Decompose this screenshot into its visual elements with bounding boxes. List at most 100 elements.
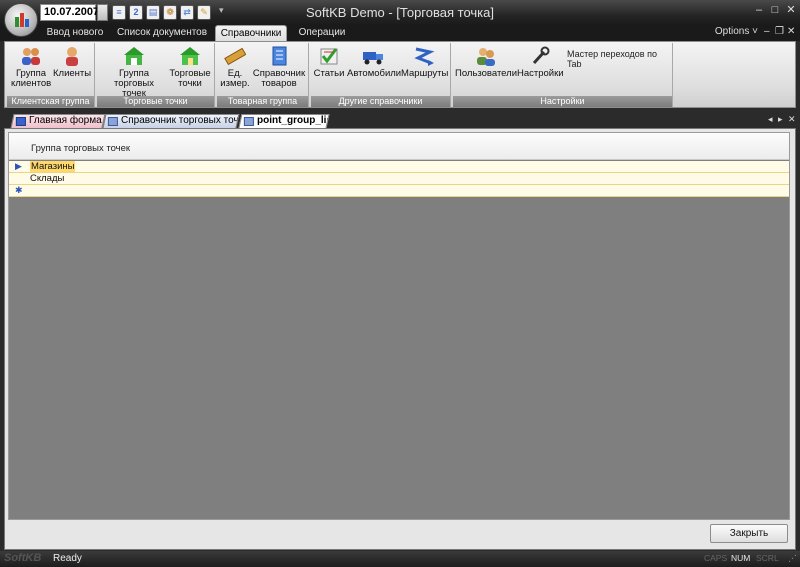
button-label: Статьи <box>313 68 345 79</box>
group-trade-points: Группа торговых точек Торговые точки Тор… <box>97 43 215 107</box>
close-button[interactable]: Закрыть <box>710 524 788 543</box>
articles-icon <box>318 46 340 66</box>
settings-icon[interactable]: ❁ <box>163 5 177 20</box>
app-logo-bar <box>15 17 19 27</box>
caps-indicator: CAPS <box>704 553 728 563</box>
document-tab-bar: Главная форма Справочник торговых точек … <box>4 113 796 128</box>
ribbon-panel: Группа клиентов Клиенты Клиентская групп… <box>4 41 796 108</box>
group-clients: Группа клиентов Клиенты Клиентская групп… <box>7 43 95 107</box>
group-label: Настройки <box>453 96 672 107</box>
print-icon[interactable]: ▤ <box>146 5 160 20</box>
button-label: измер. <box>220 78 250 89</box>
data-grid[interactable]: Группа торговых точек ▶ Магазины Склады … <box>8 132 790 520</box>
app-logo-bar <box>20 13 24 27</box>
grid-header: Группа торговых точек <box>9 133 789 160</box>
button-label: клиентов <box>11 78 52 89</box>
button-label: Настройки <box>517 68 564 79</box>
new-row-icon: ✱ <box>15 185 23 195</box>
client-group-button[interactable]: Группа клиентов <box>11 46 51 89</box>
status-text: Ready <box>53 553 82 564</box>
column-header[interactable]: Группа торговых точек <box>31 143 130 154</box>
store-icon <box>179 46 201 66</box>
tab-directories[interactable]: Справочники <box>215 25 287 42</box>
mdi-close-button[interactable]: ✕ <box>787 26 795 37</box>
date-field[interactable]: 10.07.2007 <box>40 4 99 21</box>
doc-tab-label: Справочник торговых точек <box>121 115 240 126</box>
client-icon <box>61 46 83 66</box>
list-icon <box>243 117 254 126</box>
list-icon <box>107 117 118 126</box>
maximize-button[interactable]: □ <box>768 3 782 17</box>
ribbon-tab-bar: Ввод нового Список документов Справочник… <box>0 25 800 42</box>
tab-documents-list[interactable]: Список документов <box>114 25 210 41</box>
app-menu-button[interactable] <box>4 3 38 37</box>
title-bar: 10.07.2007 ≡ 2 ▤ ❁ ⇄ ✎ ▾ SoftKB Demo - [Торго… <box>0 0 800 37</box>
group-other-directories: Статьи Автомобили Маршруты Другие справо… <box>311 43 451 107</box>
mdi-restore-button[interactable]: ❐ <box>775 26 784 37</box>
options-menu[interactable]: Options ˅ <box>715 26 758 37</box>
book-icon <box>15 117 26 126</box>
status-logo: SoftKB <box>4 552 42 564</box>
group-label: Клиентская группа <box>7 96 94 107</box>
tab-operations[interactable]: Операции <box>291 25 353 41</box>
tab-transition-wizard-button[interactable]: Мастер переходов по Tab <box>567 49 672 69</box>
wrench-icon <box>529 46 551 66</box>
button-label: точки <box>178 78 202 89</box>
truck-icon <box>362 46 384 66</box>
tab-enter-new[interactable]: Ввод нового <box>40 25 110 41</box>
resize-grip-icon[interactable]: ⋰ <box>788 553 797 564</box>
doc-tab-point-group-list[interactable]: point_group_list <box>238 114 330 128</box>
group-label: Товарная группа <box>217 96 308 107</box>
tab-scroll-right-icon[interactable]: ▸ <box>778 114 783 125</box>
cell[interactable]: Магазины <box>30 161 76 172</box>
row-indicator-icon: ▶ <box>15 161 22 171</box>
ruler-icon <box>224 46 247 66</box>
num-indicator: NUM <box>731 553 751 563</box>
clients-button[interactable]: Клиенты <box>53 46 91 79</box>
doc-tab-label: point_group_list <box>257 115 330 126</box>
notes-icon[interactable]: ✎ <box>197 5 211 20</box>
routes-button[interactable]: Маршруты <box>401 46 449 79</box>
goods-catalog-button[interactable]: Справочник товаров <box>252 46 306 89</box>
group-label: Торговые точки <box>97 96 214 107</box>
minimize-button[interactable]: – <box>752 3 766 17</box>
status-bar: SoftKB Ready CAPS NUM SCRL ⋰ <box>0 551 800 567</box>
cars-button[interactable]: Автомобили <box>347 46 401 79</box>
users-button[interactable]: Пользователи <box>455 46 517 79</box>
trade-points-button[interactable]: Торговые точки <box>169 46 211 89</box>
trade-point-group-button[interactable]: Группа торговых точек <box>101 46 167 99</box>
group-settings: Пользователи Настройки Мастер переходов … <box>453 43 673 107</box>
cell[interactable]: Склады <box>30 173 64 184</box>
document-icon[interactable]: ≡ <box>112 5 126 20</box>
users-icon <box>20 46 42 66</box>
catalog-icon <box>268 46 290 66</box>
refresh-icon[interactable]: 2 <box>129 5 143 20</box>
button-label: товаров <box>261 78 297 89</box>
units-button[interactable]: Ед. измер. <box>220 46 250 89</box>
export-icon[interactable]: ⇄ <box>180 5 194 20</box>
scroll-indicator: SCRL <box>756 553 779 563</box>
tab-close-icon[interactable]: ✕ <box>788 114 796 125</box>
users-settings-icon <box>475 46 497 66</box>
tab-scroll-left-icon[interactable]: ◂ <box>768 114 773 125</box>
quick-access-dropdown-icon[interactable]: ▾ <box>219 5 224 16</box>
doc-tab-label: Главная форма <box>29 115 102 126</box>
table-row[interactable]: Склады <box>9 173 789 185</box>
doc-tab-main-form[interactable]: Главная форма <box>10 114 106 128</box>
group-label: Другие справочники <box>311 96 450 107</box>
date-spinner[interactable] <box>97 4 108 21</box>
settings-button[interactable]: Настройки <box>517 46 564 79</box>
store-group-icon <box>123 46 145 66</box>
mdi-minimize-button[interactable]: – <box>764 26 770 37</box>
button-label: Клиенты <box>53 68 92 79</box>
route-icon <box>413 46 435 66</box>
button-label: Пользователи <box>455 68 518 79</box>
articles-button[interactable]: Статьи <box>313 46 345 79</box>
doc-tab-trade-points-directory[interactable]: Справочник торговых точек <box>102 114 240 128</box>
close-window-button[interactable]: ✕ <box>784 3 798 17</box>
content-area: Группа торговых точек ▶ Магазины Склады … <box>4 128 796 550</box>
button-label: Маршруты <box>401 68 449 79</box>
new-row[interactable]: ✱ <box>9 185 789 197</box>
table-row[interactable]: ▶ Магазины <box>9 161 789 173</box>
app-logo-bar <box>25 19 29 27</box>
